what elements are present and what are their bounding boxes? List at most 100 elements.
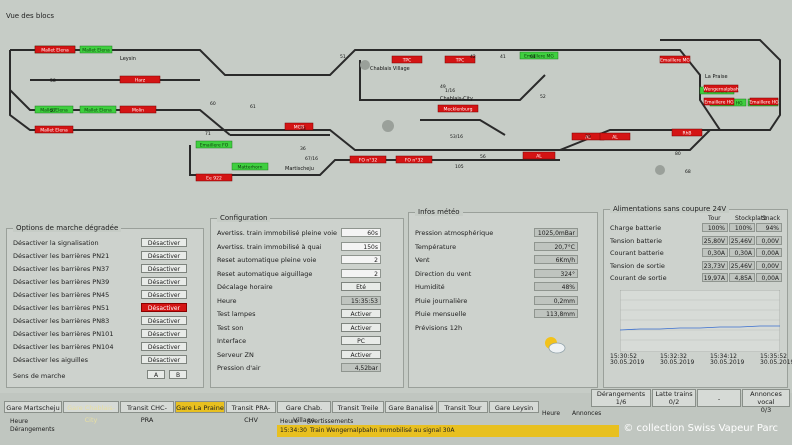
tab-2[interactable]: Gare Chablais-City xyxy=(63,401,119,424)
config-button[interactable]: Activer xyxy=(341,349,381,359)
degraded-option-label: Désactiver les barrières PN104 xyxy=(13,343,114,351)
degraded-option-label: Désactiver la signalisation xyxy=(13,239,99,247)
track-number: 71 xyxy=(205,131,211,137)
track-number: 36 xyxy=(300,146,306,152)
tab-9[interactable]: Transit Tour xyxy=(438,401,488,413)
track-block-occupied[interactable]: Mallet Elena xyxy=(34,45,76,53)
tab-5[interactable]: Transit PRA-CHV xyxy=(226,401,276,424)
degraded-option-label: Désactiver les barrières PN21 xyxy=(13,252,110,260)
track-block-free[interactable]: Emaillere MG xyxy=(519,51,559,59)
track-block-label: Mallet Elena xyxy=(40,127,68,133)
track-block-occupied[interactable]: Emaillere HG xyxy=(749,97,779,105)
deactivate-button[interactable]: Désactiver xyxy=(141,290,187,299)
track-block-occupied[interactable]: TPC xyxy=(391,55,423,63)
track-block-occupied[interactable]: Wengernalpbah xyxy=(703,84,739,92)
deactivate-button[interactable]: Désactiver xyxy=(141,342,187,351)
deactivate-button[interactable]: Désactiver xyxy=(141,251,187,260)
dash-counter[interactable]: - xyxy=(697,389,741,407)
track-block-occupied[interactable]: AL xyxy=(522,151,556,159)
track-block-label: Emaillere FO xyxy=(200,142,229,148)
config-label: Avertiss. train immobilisé à quai xyxy=(217,242,322,251)
degraded-title: Options de marche dégradée xyxy=(13,224,122,232)
meteo-label: Prévisions 12h xyxy=(415,323,463,332)
track-block-label: FO n°32 xyxy=(405,157,424,163)
track-block-occupied[interactable]: Mecklenburg xyxy=(437,104,479,112)
tab-8[interactable]: Gare Banalisé xyxy=(385,401,437,413)
config-label: Heure xyxy=(217,296,237,305)
chart-time-label: 15:32:32 30.05.2019 xyxy=(660,354,694,366)
config-input[interactable]: 150s xyxy=(341,241,381,251)
annonces-counter[interactable]: Annonces vocal 0/3 xyxy=(742,389,790,414)
config-input[interactable]: 60s xyxy=(341,228,381,237)
config-label: Décalage horaire xyxy=(217,283,273,291)
tab-3[interactable]: Transit CHC-PRA xyxy=(120,401,174,424)
track-block-occupied[interactable]: MGB xyxy=(284,122,314,130)
track-block-free[interactable]: Mallet Elena xyxy=(79,105,117,113)
track-block-occupied[interactable]: Emaillere HG xyxy=(703,97,735,105)
track-number: 52 xyxy=(540,94,546,100)
deactivate-button[interactable]: Désactiver xyxy=(141,238,187,247)
track-number: 53 xyxy=(300,126,306,132)
track-block-free[interactable]: Mallet Elena xyxy=(79,45,113,53)
station-label: La Praise xyxy=(705,74,728,80)
deactivate-button[interactable]: Désactiver xyxy=(141,264,187,273)
track-block-occupied[interactable]: FO n°32 xyxy=(349,155,387,163)
trains-counter[interactable]: Latte trains 0/2 xyxy=(652,389,696,407)
deactivate-button[interactable]: Désactiver xyxy=(141,329,187,338)
power-row-label: Tension de sortie xyxy=(610,261,665,270)
config-input[interactable]: 2 xyxy=(341,268,381,278)
degraded-panel: Options de marche dégradée Désactiver la… xyxy=(6,224,204,388)
chart-date: 30.05.2019 xyxy=(710,359,745,366)
degraded-option-label: Désactiver les barrières PN45 xyxy=(13,291,110,299)
track-block-free[interactable]: Matterhorn xyxy=(231,162,269,170)
sens-label: Sens de marche xyxy=(13,372,66,380)
alarm-text: Train Wengernalpbahn immobilisé au signa… xyxy=(310,427,455,434)
config-button[interactable]: Activer xyxy=(341,322,381,332)
deactivate-button[interactable]: Désactiver xyxy=(141,277,187,286)
track-block-occupied[interactable]: Molin xyxy=(119,105,157,113)
track-block-occupied[interactable]: Harz xyxy=(119,75,161,83)
track-block-label: RhB xyxy=(682,130,691,136)
degraded-option-label: Désactiver les barrières PN51 xyxy=(13,304,110,312)
config-panel: Configuration Avertiss. train immobilisé… xyxy=(210,214,404,388)
sens-b-button[interactable]: B xyxy=(169,370,187,379)
config-label: Reset automatique pleine voie xyxy=(217,256,317,264)
track-block-occupied[interactable]: RhB xyxy=(671,128,703,136)
config-value: 4,52bar xyxy=(341,363,381,372)
config-button[interactable]: Activer xyxy=(341,309,381,318)
deactivate-button[interactable]: Désactiver xyxy=(141,355,187,364)
chart-date: 30.05.2019 xyxy=(610,359,645,366)
derangements-left: Dérangements xyxy=(10,426,55,433)
track-block-occupied[interactable]: FO n°32 xyxy=(395,155,433,163)
tab-4[interactable]: Gare La Praine xyxy=(175,401,225,413)
config-input[interactable]: 2 xyxy=(341,255,381,264)
track-number: 58 xyxy=(50,78,56,84)
watermark: © collection Swiss Vapeur Parc xyxy=(623,423,778,434)
config-button[interactable]: Eté xyxy=(341,282,381,291)
tab-10[interactable]: Gare Leysin xyxy=(489,401,539,413)
track-block-free[interactable]: Emaillere FO xyxy=(195,140,233,148)
sens-a-button[interactable]: A xyxy=(147,370,165,379)
deactivate-button[interactable]: Désactiver xyxy=(141,303,187,312)
meteo-value: 324° xyxy=(534,268,578,278)
weather-forecast-icon xyxy=(545,337,566,354)
config-button[interactable]: PC xyxy=(341,336,381,345)
derangements-counter[interactable]: Dérangements 1/6 xyxy=(591,389,651,407)
power-cell: 0,00V xyxy=(756,235,782,245)
track-number: 67/16 xyxy=(305,156,318,162)
tab-1[interactable]: Gare Martscheju xyxy=(4,401,62,413)
track-block-occupied[interactable]: Emaillere MG xyxy=(659,55,690,63)
tab-7[interactable]: Transit Treile xyxy=(332,401,384,413)
track-block-label: Emaillere HG xyxy=(749,99,779,105)
deactivate-button[interactable]: Désactiver xyxy=(141,316,187,325)
track-block-occupied[interactable]: AL xyxy=(599,132,631,140)
derangements-label: Dérangements xyxy=(596,390,646,398)
chart-date: 30.05.2019 xyxy=(660,359,695,366)
track-block-occupied[interactable]: Mallet Elena xyxy=(34,125,74,133)
track-block-label: AL xyxy=(536,153,542,159)
tab-6[interactable]: Gare Chab. Village xyxy=(277,401,331,424)
track-block-label: Molin xyxy=(132,107,144,113)
alarm-row[interactable]: 15:34:30 Train Wengernalpbahn immobilisé… xyxy=(277,425,619,437)
track-block-occupied[interactable]: Ee 922 xyxy=(195,173,233,181)
power-cell: 25,80V xyxy=(702,235,728,245)
